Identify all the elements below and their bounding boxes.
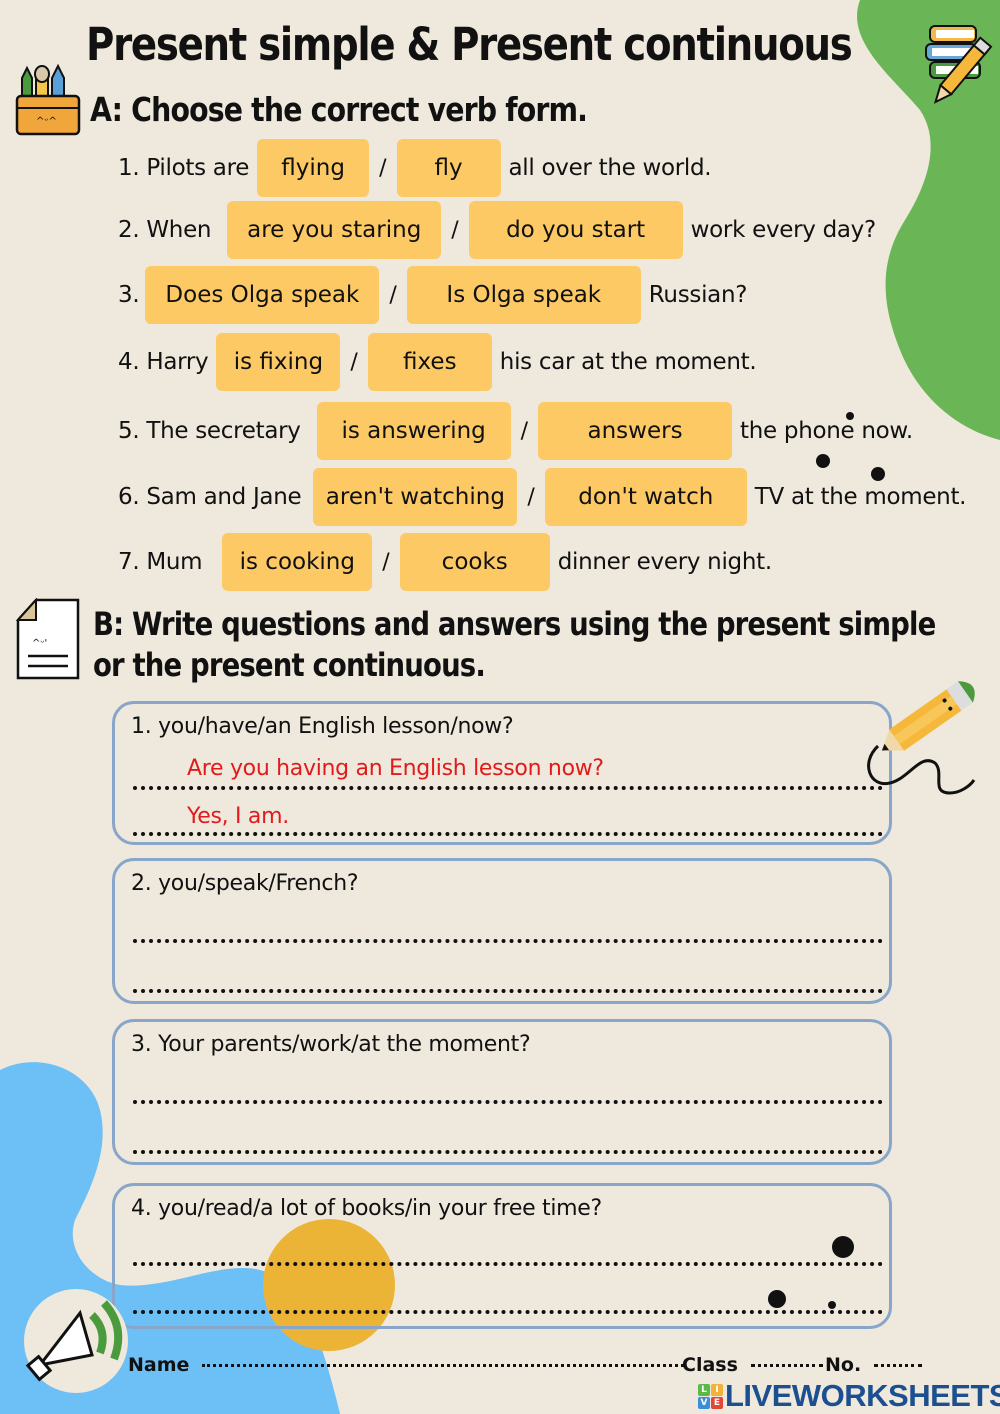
answer-box-3: 3. Your parents/work/at the moment? [112, 1019, 892, 1165]
megaphone-icon [24, 1289, 128, 1393]
answer-box-1: 1. you/have/an English lesson/now? Are y… [112, 701, 892, 845]
question-text-after: dinner every night. [557, 549, 772, 575]
brand-name: LIVEWORKSHEETS [725, 1378, 1000, 1413]
option-button[interactable]: Is Olga speak [406, 266, 641, 324]
liveworksheets-logo: L I V E LIVEWORKSHEETS [698, 1378, 1000, 1414]
class-label: Class [682, 1354, 738, 1376]
dotted-line [133, 939, 883, 943]
class-field[interactable]: Class [682, 1354, 829, 1376]
question-row-1: 1. Pilots are flying / fly all over the … [118, 139, 712, 197]
dotted-line [133, 1310, 883, 1314]
separator: / [350, 349, 358, 375]
number-label: No. [825, 1354, 862, 1376]
question-text-before: 5. The secretary [118, 418, 301, 444]
logo-mark-icon: L I V E [698, 1383, 723, 1409]
option-button[interactable]: fly [396, 139, 501, 197]
answer-line-2[interactable]: Yes, I am. [187, 804, 289, 829]
question-row-6: 6. Sam and Jane aren't watching / don't … [118, 468, 967, 526]
page-title: Present simple & Present continuous [86, 18, 853, 71]
box-prompt: 1. you/have/an English lesson/now? [131, 714, 514, 739]
answer-box-2: 2. you/speak/French? [112, 858, 892, 1004]
name-label: Name [128, 1354, 190, 1376]
option-button[interactable]: fixes [367, 333, 492, 391]
question-row-5: 5. The secretary is answering / answers … [118, 402, 913, 460]
separator: / [527, 484, 535, 510]
svg-text:^ᵕ': ^ᵕ' [32, 638, 47, 649]
option-button[interactable]: is fixing [216, 333, 341, 391]
pencil-holder-icon: ^ᵕ^ [15, 63, 81, 136]
answer-box-4: 4. you/read/a lot of books/in your free … [112, 1183, 892, 1329]
separator: / [382, 549, 390, 575]
logo-letter: V [698, 1396, 710, 1409]
number-field[interactable]: No. [825, 1354, 928, 1376]
option-button[interactable]: flying [257, 139, 370, 197]
question-text-after: the phone now. [740, 418, 913, 444]
dotted-line [133, 832, 883, 836]
question-text-before: 7. Mum [118, 549, 203, 575]
option-button[interactable]: is cooking [222, 533, 373, 591]
name-field[interactable]: Name [128, 1354, 690, 1376]
section-b-heading-line1: B: Write questions and answers using the… [93, 605, 936, 643]
option-button[interactable]: aren't watching [313, 468, 518, 526]
question-text-after: TV at the moment. [754, 484, 967, 510]
option-button[interactable]: are you staring [227, 201, 442, 259]
question-text-before: 1. Pilots are [118, 155, 250, 181]
logo-letter: I [711, 1383, 723, 1396]
question-row-3: 3. Does Olga speak / Is Olga speak Russi… [118, 266, 747, 324]
dotted-line [133, 989, 883, 993]
box-prompt: 2. you/speak/French? [131, 871, 359, 896]
name-dotted-line[interactable] [202, 1364, 685, 1367]
box-prompt: 4. you/read/a lot of books/in your free … [131, 1196, 602, 1221]
box-prompt: 3. Your parents/work/at the moment? [131, 1032, 531, 1057]
logo-letter: L [698, 1383, 710, 1396]
option-button[interactable]: do you start [468, 201, 683, 259]
option-button[interactable]: Does Olga speak [145, 266, 380, 324]
question-text-before: 2. When [118, 217, 212, 243]
number-dotted-line[interactable] [873, 1364, 922, 1367]
section-b-heading: B: Write questions and answers using the… [93, 604, 936, 686]
question-text-after: Russian? [648, 282, 748, 308]
question-row-2: 2. When are you staring / do you start w… [118, 201, 876, 259]
separator: / [451, 217, 459, 243]
books-pencil-icon [925, 25, 993, 104]
question-row-4: 4. Harry is fixing / fixes his car at th… [118, 333, 757, 391]
separator: / [379, 155, 387, 181]
question-text-after: all over the world. [508, 155, 712, 181]
option-button[interactable]: is answering [316, 402, 511, 460]
question-row-7: 7. Mum is cooking / cooks dinner every n… [118, 533, 772, 591]
logo-letter: E [711, 1396, 723, 1409]
option-button[interactable]: cooks [399, 533, 550, 591]
svg-text:^ᵕ^: ^ᵕ^ [36, 116, 57, 127]
question-text-before: 4. Harry [118, 349, 209, 375]
question-text-before: 6. Sam and Jane [118, 484, 302, 510]
class-dotted-line[interactable] [750, 1364, 823, 1367]
dotted-line [133, 1150, 883, 1154]
option-button[interactable]: answers [538, 402, 733, 460]
pencil-scribble-icon [867, 681, 976, 795]
separator: / [389, 282, 397, 308]
section-b-heading-line2: or the present continuous. [93, 646, 486, 684]
dotted-line [133, 786, 883, 790]
question-text-before: 3. [118, 282, 140, 308]
question-text-after: work every day? [690, 217, 877, 243]
section-a-heading: A: Choose the correct verb form. [90, 90, 588, 129]
question-text-after: his car at the moment. [499, 349, 757, 375]
dotted-line [133, 1100, 883, 1104]
separator: / [520, 418, 529, 444]
answer-line-1[interactable]: Are you having an English lesson now? [187, 756, 604, 781]
document-icon: ^ᵕ' [16, 598, 80, 680]
option-button[interactable]: don't watch [544, 468, 747, 526]
dotted-line [133, 1262, 883, 1266]
